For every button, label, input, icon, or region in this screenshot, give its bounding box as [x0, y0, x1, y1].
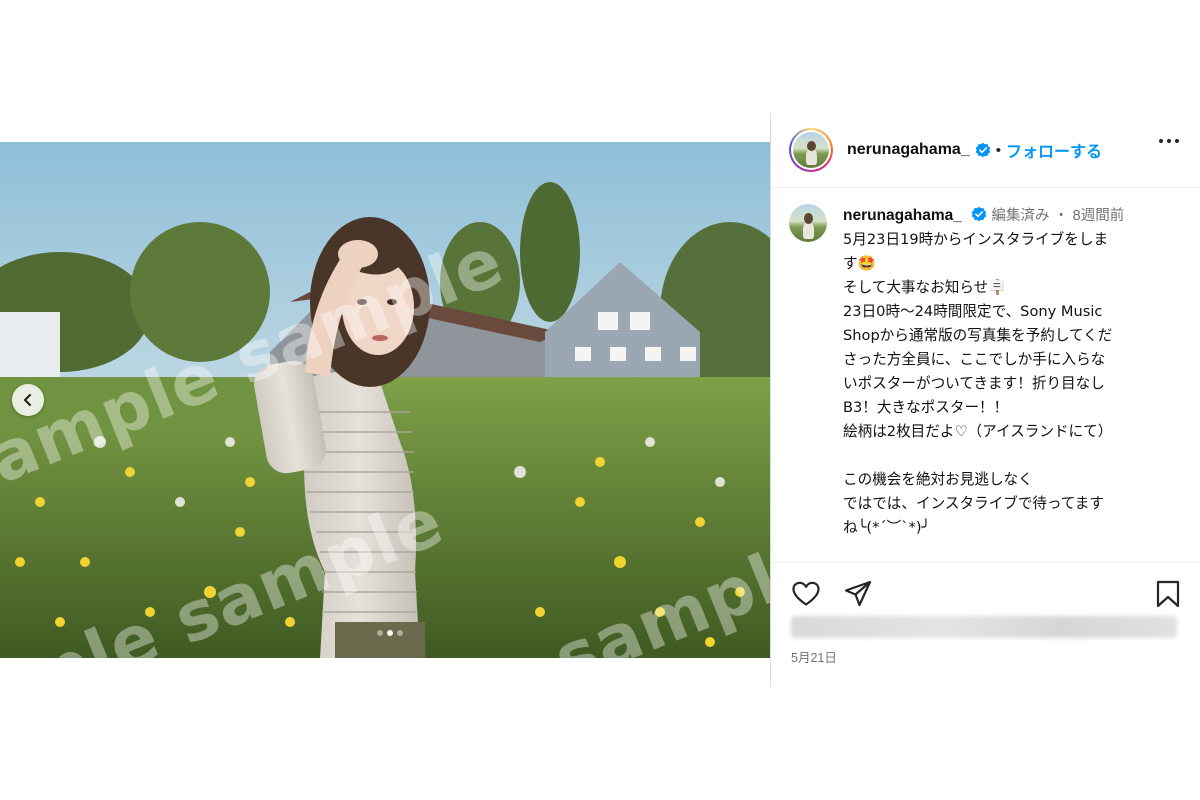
- avatar[interactable]: [789, 204, 827, 242]
- heart-icon[interactable]: [791, 579, 821, 609]
- post-photo: sample sample sample sample sample sampl…: [0, 142, 770, 658]
- verified-badge-icon: [975, 142, 990, 158]
- carousel-dot: [397, 630, 403, 636]
- caption-comment: nerunagahama_ 編集済み ・ 8週間前 5月23日19時からインスタ…: [771, 188, 1200, 540]
- likes-count-blurred: [791, 616, 1177, 638]
- more-options-icon[interactable]: [1159, 139, 1179, 143]
- header-username[interactable]: nerunagahama_: [847, 141, 970, 159]
- post-details-panel: nerunagahama_ • フォローする nerunagahama_ 編集済…: [770, 113, 1200, 687]
- comment-username[interactable]: nerunagahama_: [843, 207, 962, 224]
- carousel-dot-active: [387, 630, 393, 636]
- avatar: [793, 132, 829, 168]
- separator: ・: [1053, 208, 1069, 224]
- profile-avatar-link[interactable]: [789, 128, 833, 172]
- share-icon[interactable]: [843, 579, 873, 609]
- bookmark-icon[interactable]: [1153, 579, 1183, 609]
- action-bar: [771, 562, 1200, 615]
- edited-label: 編集済み: [991, 208, 1050, 224]
- caption-text: 5月23日19時からインスタライブをしま す🤩 そして大事なお知らせ🪧 23日0…: [843, 231, 1113, 536]
- post-date[interactable]: 5月21日: [791, 647, 837, 666]
- carousel-indicator: [377, 630, 403, 636]
- carousel-previous-button[interactable]: [12, 384, 44, 416]
- chevron-left-icon: [23, 393, 32, 407]
- follow-button[interactable]: フォローする: [1006, 138, 1102, 162]
- carousel-dot: [377, 630, 383, 636]
- separator: •: [995, 141, 1001, 159]
- post-header: nerunagahama_ • フォローする: [771, 113, 1200, 188]
- timestamp[interactable]: 8週間前: [1073, 208, 1125, 224]
- verified-badge-icon: [972, 206, 987, 222]
